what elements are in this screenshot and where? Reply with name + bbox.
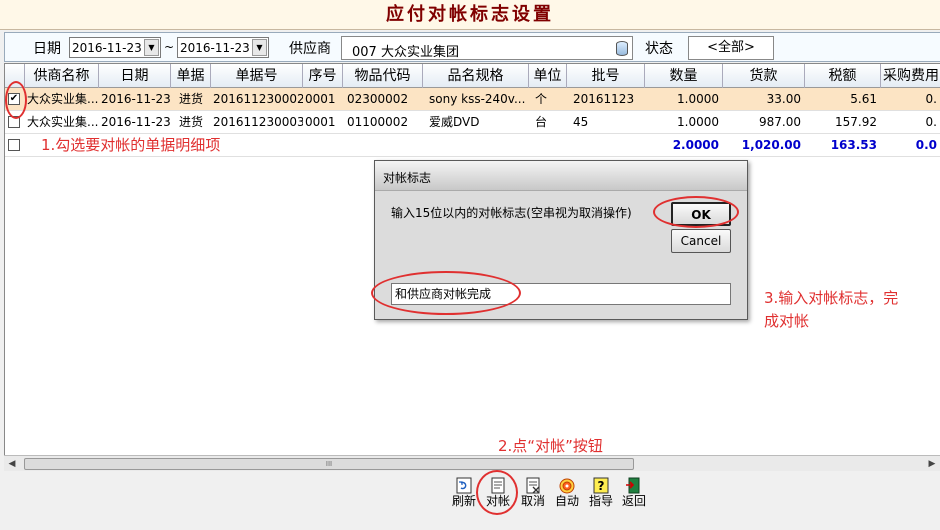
column-header[interactable]: 序号 <box>303 64 343 88</box>
reconcile-flag-dialog: 对帐标志 输入15位以内的对帐标志(空串视为取消操作) OK Cancel 和供… <box>371 160 748 320</box>
scroll-right-icon[interactable]: ▶ <box>924 456 940 472</box>
grid-header: 供商名称 日期 单据 单据号 序号 物品代码 品名规格 单位 批号 数量 货款 … <box>5 64 940 88</box>
help-icon: ? <box>592 477 610 494</box>
date-label: 日期 <box>33 41 61 57</box>
date-from-value: 2016-11-23 <box>72 41 142 55</box>
cell-fee: 0. <box>925 115 937 129</box>
auto-target-icon <box>558 477 576 494</box>
cell-supplier: 大众实业集... <box>27 92 99 106</box>
auto-button[interactable]: 自动 <box>551 477 583 509</box>
annotation-step3-line1: 3.输入对帐标志，完 <box>764 289 899 307</box>
total-tax: 163.53 <box>830 138 877 152</box>
exit-button[interactable]: 返回 <box>618 477 650 509</box>
auto-label: 自动 <box>554 494 579 508</box>
column-header[interactable]: 批号 <box>567 64 645 88</box>
column-header[interactable]: 单位 <box>529 64 567 88</box>
cell-amount: 33.00 <box>766 92 801 106</box>
annotation-step3-line2: 成对帐 <box>764 312 810 330</box>
cell-item-code: 01100002 <box>347 115 409 129</box>
column-header[interactable]: 日期 <box>99 64 171 88</box>
svg-text:?: ? <box>598 479 605 493</box>
total-qty: 2.0000 <box>672 138 719 152</box>
database-lookup-icon[interactable] <box>616 41 628 56</box>
column-header[interactable]: 货款 <box>723 64 805 88</box>
cell-qty: 1.0000 <box>677 92 719 106</box>
cancel-button[interactable]: Cancel <box>671 229 731 253</box>
column-header[interactable]: 供商名称 <box>25 64 99 88</box>
column-header[interactable]: 税额 <box>805 64 881 88</box>
cancel-doc-icon <box>524 477 542 494</box>
cell-doc-type: 进货 <box>178 115 203 129</box>
cell-date: 2016-11-23 <box>101 115 171 129</box>
column-header[interactable]: 品名规格 <box>423 64 529 88</box>
cell-doc-no: 201611230003 <box>213 115 303 129</box>
exit-label: 返回 <box>621 494 646 508</box>
cell-supplier: 大众实业集... <box>27 115 99 129</box>
column-header[interactable]: 物品代码 <box>343 64 423 88</box>
date-separator: ~ <box>164 40 175 54</box>
column-header[interactable]: 数量 <box>645 64 723 88</box>
scroll-thumb[interactable]: III <box>24 458 634 470</box>
cell-amount: 987.00 <box>759 115 801 129</box>
horizontal-scrollbar[interactable]: ◀ III ▶ <box>4 455 940 471</box>
table-row[interactable]: ✔ 大众实业集... 2016-11-23 进货 201611230002 00… <box>5 88 940 111</box>
window-title: 应付对帐标志设置 <box>386 4 554 25</box>
annotation-circle <box>476 470 518 515</box>
annotation-step3: 3.输入对帐标志，完 成对帐 <box>764 287 898 333</box>
cancel-reconcile-label: 取消 <box>520 494 545 508</box>
cell-unit: 个 <box>535 92 548 106</box>
dialog-prompt: 输入15位以内的对帐标志(空串视为取消操作) <box>391 206 632 220</box>
table-row[interactable]: 大众实业集... 2016-11-23 进货 201611230003 0001… <box>5 111 940 134</box>
row-checkbox[interactable] <box>8 139 20 151</box>
cell-doc-no: 201611230002 <box>213 92 303 106</box>
refresh-label: 刷新 <box>451 494 476 508</box>
dialog-title: 对帐标志 <box>383 171 432 185</box>
supplier-value: 007 大众实业集团 <box>352 45 459 60</box>
cell-item-spec: sony kss-240v... <box>429 92 526 106</box>
cell-seq: 0001 <box>305 115 336 129</box>
cell-unit: 台 <box>535 115 548 129</box>
filter-bar: 日期 2016-11-23 ▼ ~ 2016-11-23 ▼ 供应商 007 大… <box>4 32 940 62</box>
cell-tax: 5.61 <box>850 92 877 106</box>
column-header[interactable]: 采购费用 <box>881 64 940 88</box>
cell-fee: 0. <box>925 92 937 106</box>
cell-doc-type: 进货 <box>178 92 203 106</box>
date-from-picker[interactable]: 2016-11-23 ▼ <box>69 37 161 58</box>
cell-tax: 157.92 <box>835 115 877 129</box>
chevron-down-icon[interactable]: ▼ <box>252 39 267 56</box>
annotation-step1: 1.勾选要对帐的单据明细项 <box>41 136 221 154</box>
annotation-circle <box>371 271 521 315</box>
cell-item-code: 02300002 <box>347 92 409 106</box>
cell-batch: 45 <box>573 115 589 129</box>
cancel-reconcile-button[interactable]: 取消 <box>517 477 549 509</box>
annotation-circle <box>5 81 27 119</box>
total-fee: 0.0 <box>915 138 937 152</box>
help-button[interactable]: ? 指导 <box>585 477 617 509</box>
cell-item-spec: 爱威DVD <box>429 115 480 129</box>
total-amount: 1,020.00 <box>741 138 801 152</box>
annotation-circle <box>653 196 739 228</box>
dialog-titlebar[interactable]: 对帐标志 <box>375 161 747 191</box>
title-bar: 应付对帐标志设置 <box>0 0 940 30</box>
totals-row: 1.勾选要对帐的单据明细项 2.0000 1,020.00 163.53 0.0 <box>5 134 940 157</box>
date-to-value: 2016-11-23 <box>180 41 250 55</box>
date-to-picker[interactable]: 2016-11-23 ▼ <box>177 37 269 58</box>
supplier-field[interactable]: 007 大众实业集团 <box>341 36 633 60</box>
cell-seq: 0001 <box>305 92 336 106</box>
supplier-label: 供应商 <box>289 41 331 57</box>
help-label: 指导 <box>588 494 613 508</box>
status-label: 状态 <box>645 41 673 57</box>
cell-batch: 20161123 <box>573 92 635 106</box>
status-select[interactable]: <全部> <box>688 36 774 60</box>
cell-qty: 1.0000 <box>677 115 719 129</box>
annotation-step2: 2.点“对帐”按钮 <box>498 437 603 455</box>
column-header[interactable]: 单据号 <box>211 64 303 88</box>
cell-date: 2016-11-23 <box>101 92 171 106</box>
column-header[interactable]: 单据 <box>171 64 211 88</box>
scroll-left-icon[interactable]: ◀ <box>4 456 20 472</box>
chevron-down-icon[interactable]: ▼ <box>144 39 159 56</box>
exit-icon <box>625 477 643 494</box>
refresh-icon <box>455 477 473 494</box>
